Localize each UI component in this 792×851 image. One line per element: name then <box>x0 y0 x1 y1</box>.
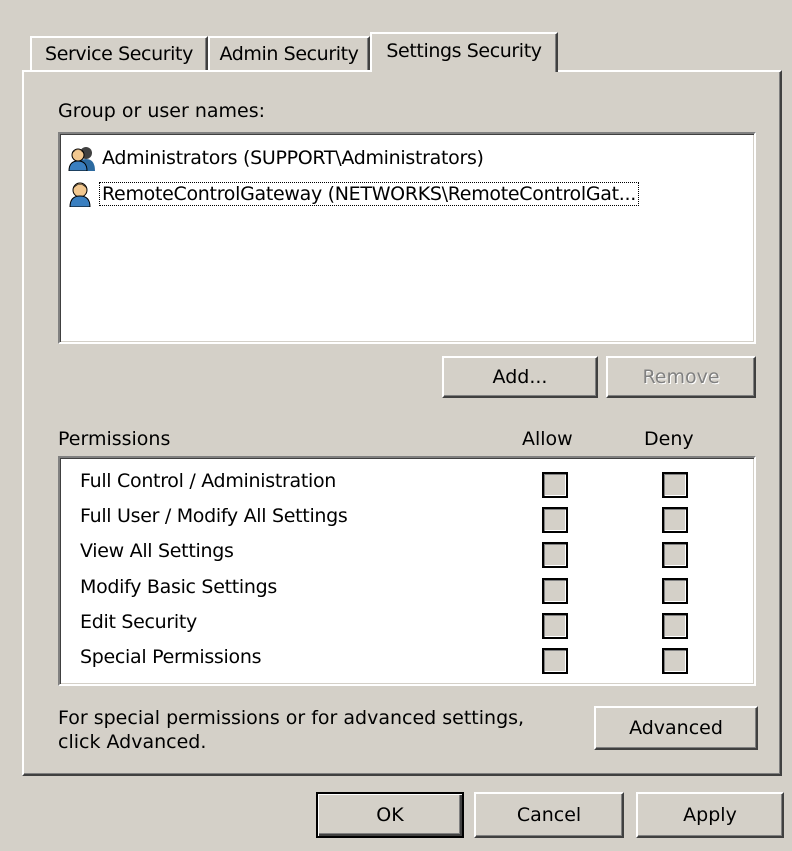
allow-column-header: Allow <box>522 428 573 450</box>
user-group-icon <box>68 147 95 171</box>
user-list[interactable]: Administrators (SUPPORT\Administrators) … <box>58 132 756 344</box>
deny-checkbox[interactable] <box>662 613 688 639</box>
allow-checkbox[interactable] <box>542 472 568 498</box>
tab-label: Settings Security <box>386 40 542 62</box>
permissions-header: Permissions <box>58 428 171 450</box>
deny-checkbox[interactable] <box>662 542 688 568</box>
permission-label: Full Control / Administration <box>80 470 337 492</box>
allow-checkbox[interactable] <box>542 542 568 568</box>
permission-label: Modify Basic Settings <box>80 576 277 598</box>
advanced-button[interactable]: Advanced <box>594 706 758 750</box>
allow-checkbox[interactable] <box>542 648 568 674</box>
list-item-label: Administrators (SUPPORT\Administrators) <box>102 147 484 169</box>
allow-checkbox[interactable] <box>542 613 568 639</box>
group-or-user-names-label: Group or user names: <box>58 100 266 122</box>
settings-security-panel: Group or user names: Administrators (SUP… <box>22 70 782 776</box>
list-item-label: RemoteControlGateway (NETWORKS\RemoteCon… <box>99 182 639 206</box>
advanced-note-line: click Advanced. <box>58 731 207 753</box>
cancel-button[interactable]: Cancel <box>474 792 624 838</box>
user-icon <box>69 182 91 207</box>
permission-label: View All Settings <box>80 540 234 562</box>
allow-checkbox[interactable] <box>542 507 568 533</box>
permission-label: Special Permissions <box>80 646 262 668</box>
permissions-list[interactable]: Full Control / Administration Full User … <box>58 456 756 686</box>
advanced-note-line: For special permissions or for advanced … <box>58 707 525 729</box>
deny-column-header: Deny <box>644 428 694 450</box>
tab-admin-security[interactable]: Admin Security <box>208 36 370 70</box>
permission-label: Full User / Modify All Settings <box>80 505 348 527</box>
add-button[interactable]: Add... <box>442 356 598 398</box>
list-item-administrators[interactable]: Administrators (SUPPORT\Administrators) <box>68 144 486 172</box>
remove-button[interactable]: Remove <box>606 356 756 398</box>
list-item-remotecontrolgateway[interactable]: RemoteControlGateway (NETWORKS\RemoteCon… <box>68 180 639 208</box>
tab-settings-security[interactable]: Settings Security <box>370 32 558 72</box>
deny-checkbox[interactable] <box>662 578 688 604</box>
apply-button[interactable]: Apply <box>636 792 784 838</box>
deny-checkbox[interactable] <box>662 507 688 533</box>
tab-label: Admin Security <box>219 43 359 65</box>
deny-checkbox[interactable] <box>662 472 688 498</box>
tab-service-security[interactable]: Service Security <box>30 36 208 70</box>
permission-label: Edit Security <box>80 611 197 633</box>
tab-label: Service Security <box>45 43 193 65</box>
ok-button[interactable]: OK <box>316 792 464 838</box>
deny-checkbox[interactable] <box>662 648 688 674</box>
allow-checkbox[interactable] <box>542 578 568 604</box>
advanced-note: For special permissions or for advanced … <box>58 706 524 754</box>
